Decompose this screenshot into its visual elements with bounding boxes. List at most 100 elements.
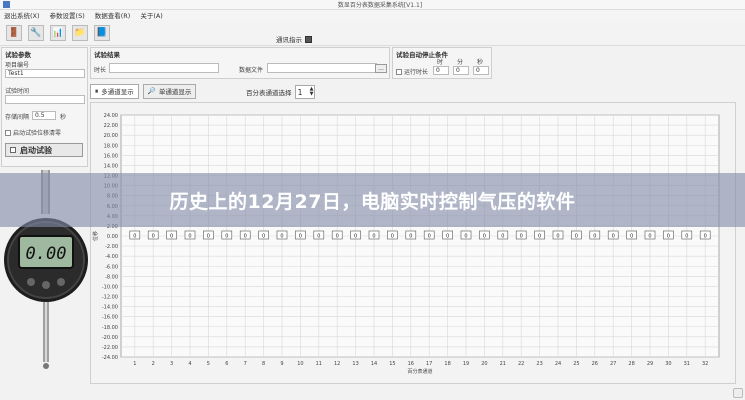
channel-value-label: 0 [262, 234, 265, 240]
run-time-label: 运行时长 [404, 69, 429, 76]
auto-zero-label: 启动试验位移清零 [13, 130, 62, 137]
time-field [109, 63, 219, 73]
headline-text: 历史上的12月27日，电脑实时控制气压的软件 [169, 191, 576, 213]
channel-value-label: 0 [428, 234, 431, 240]
time-label: 时长 [94, 67, 107, 74]
y-tick-label: 16.00 [104, 153, 118, 159]
hour-input[interactable]: 0 [433, 66, 449, 75]
menu-data[interactable]: 数据查看(R) [95, 10, 131, 20]
minute-input[interactable]: 0 [453, 66, 469, 75]
x-tick-label: 32 [702, 361, 708, 367]
menu-about[interactable]: 关于(A) [140, 10, 163, 20]
run-time-checkbox[interactable] [396, 68, 402, 75]
x-tick-label: 12 [334, 361, 340, 367]
item-no-label: 项目编号 [5, 62, 30, 69]
chart-icon: 📊 [52, 27, 64, 38]
pause-icon: ⏸ [95, 86, 99, 95]
x-tick-label: 18 [444, 361, 450, 367]
test-params-title: 试验参数 [5, 51, 31, 59]
y-tick-label: 20.00 [104, 133, 118, 139]
y-tick-label: -24.00 [102, 355, 118, 361]
y-tick-label: -14.00 [102, 305, 118, 311]
x-tick-label: 24 [555, 361, 561, 367]
help-tool-button[interactable]: 📘 [94, 24, 110, 41]
channel-value-label: 0 [317, 234, 320, 240]
interval-input[interactable]: 0.5 [32, 111, 56, 120]
x-tick-label: 15 [389, 361, 395, 367]
datafile-label: 数据文件 [239, 67, 264, 74]
tab-multi-channel[interactable]: ⏸ 多通道显示 [90, 83, 139, 99]
channel-value-label: 0 [648, 234, 651, 240]
run-time-option[interactable]: 运行时长 [396, 67, 428, 76]
x-tick-label: 5 [207, 361, 210, 367]
x-tick-label: 21 [500, 361, 506, 367]
folder-tool-button[interactable]: 📁 [72, 24, 88, 41]
spinner-arrows-icon[interactable]: ▲ ▼ [310, 87, 314, 97]
x-tick-label: 11 [316, 361, 322, 367]
x-tick-label: 4 [188, 361, 191, 367]
channel-value-label: 0 [667, 234, 670, 240]
channel-value-label: 0 [409, 234, 412, 240]
channel-value-label: 0 [336, 234, 339, 240]
browse-button[interactable]: ... [375, 64, 387, 73]
x-tick-label: 26 [592, 361, 598, 367]
headline-banner: 历史上的12月27日，电脑实时控制气压的软件 [0, 173, 745, 227]
x-tick-label: 8 [262, 361, 265, 367]
y-tick-label: 22.00 [104, 123, 118, 129]
second-input[interactable]: 0 [473, 66, 489, 75]
x-tick-label: 3 [170, 361, 173, 367]
start-test-button[interactable]: 启动试验 [5, 143, 83, 157]
channel-value-label: 0 [630, 234, 633, 240]
x-tick-label: 31 [684, 361, 690, 367]
start-test-label: 启动试验 [20, 145, 52, 155]
percent-select-label: 百分表通道选择 [246, 89, 292, 97]
hour-label: 时 [437, 59, 444, 66]
start-checkbox[interactable] [10, 147, 16, 153]
auto-zero-option[interactable]: 启动试验位移清零 [5, 128, 61, 137]
gauge-reading: 0.00 [26, 244, 67, 264]
folder-icon: 📁 [74, 27, 86, 38]
x-tick-label: 2 [152, 361, 155, 367]
item-no-input[interactable]: Test1 [5, 69, 85, 78]
channel-value-label: 0 [575, 234, 578, 240]
corner-scroll-button[interactable] [733, 388, 743, 398]
comm-label: 通讯指示 [276, 36, 302, 44]
door-icon: 🚪 [8, 27, 20, 38]
channel-value-label: 0 [372, 234, 375, 240]
tab-single-channel[interactable]: 🔎 单通道显示 [142, 83, 197, 99]
menu-bar: 退出系统(X) 参数设置(S) 数据查看(R) 关于(A) [0, 10, 745, 20]
channel-spinner[interactable]: 1 ▲ ▼ [294, 85, 315, 99]
channel-value-label: 0 [244, 234, 247, 240]
settings-tool-button[interactable]: 🔧 [28, 24, 44, 41]
auto-zero-checkbox[interactable] [5, 129, 11, 136]
wrench-icon: 🔧 [30, 27, 42, 38]
gauge-stem-bottom-highlight [45, 302, 47, 362]
tab-single-label: 单通道显示 [158, 88, 192, 96]
x-tick-label: 13 [352, 361, 358, 367]
duration-input[interactable] [5, 95, 85, 104]
channel-value-label: 0 [391, 234, 394, 240]
x-tick-label: 28 [628, 361, 634, 367]
menu-settings[interactable]: 参数设置(S) [50, 10, 85, 20]
tab-multi-label: 多通道显示 [101, 88, 134, 96]
comm-indicator: 通讯指示 [276, 34, 312, 44]
x-tick-label: 29 [647, 361, 653, 367]
x-tick-label: 17 [426, 361, 432, 367]
x-tick-label: 27 [610, 361, 616, 367]
channel-value-label: 0 [704, 234, 707, 240]
x-tick-label: 9 [280, 361, 283, 367]
y-axis-label: 位移 [92, 231, 99, 241]
x-tick-label: 7 [244, 361, 247, 367]
x-tick-label: 16 [408, 361, 414, 367]
minute-label: 分 [457, 59, 464, 66]
exit-tool-button[interactable]: 🚪 [6, 24, 22, 41]
menu-exit[interactable]: 退出系统(X) [4, 10, 40, 20]
x-tick-label: 30 [665, 361, 671, 367]
y-tick-label: -16.00 [102, 315, 118, 321]
y-tick-label: -18.00 [102, 325, 118, 331]
x-tick-label: 23 [536, 361, 542, 367]
data-tool-button[interactable]: 📊 [50, 24, 66, 41]
channel-value-label: 0 [685, 234, 688, 240]
channel-value-label: 0 [501, 234, 504, 240]
test-result-panel: 试验结果 时长 数据文件 ... [90, 47, 390, 79]
